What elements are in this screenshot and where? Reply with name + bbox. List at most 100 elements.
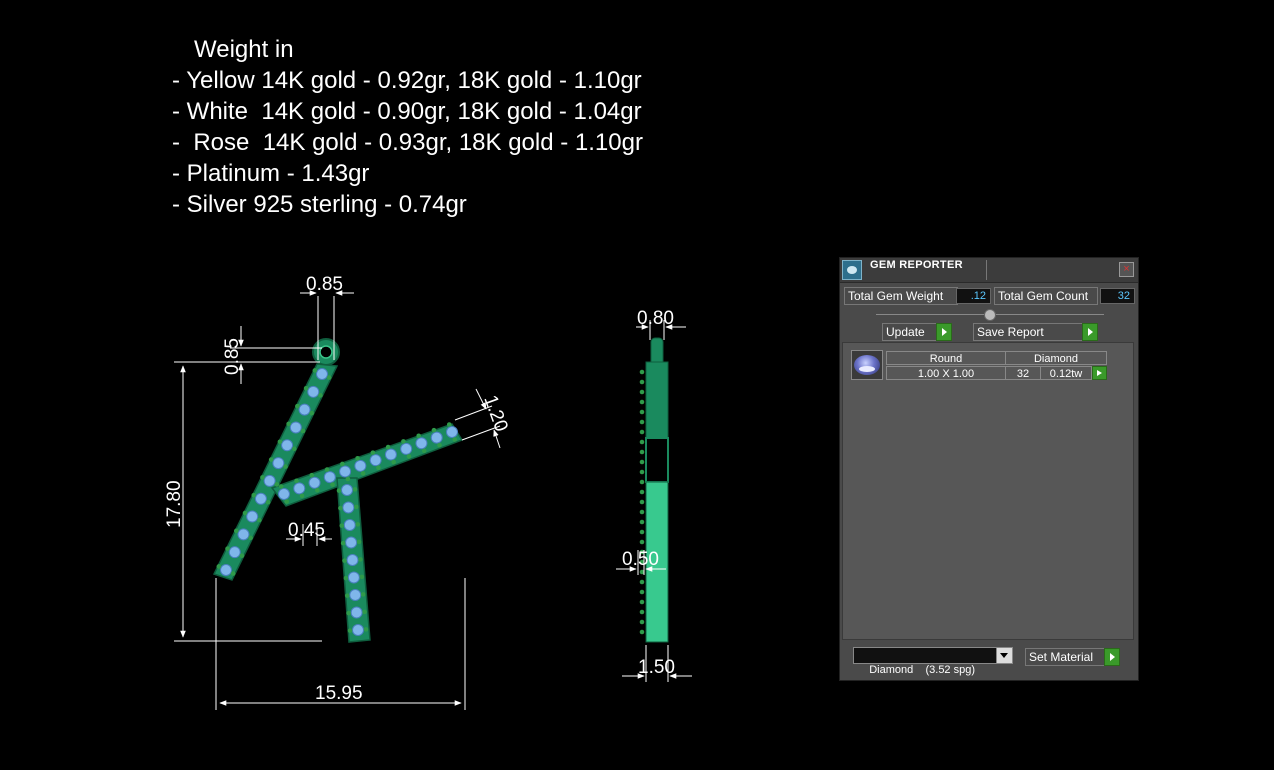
side-prong bbox=[639, 419, 645, 425]
gem-stone bbox=[220, 564, 232, 576]
prong bbox=[346, 610, 351, 616]
gem-reporter-icon bbox=[842, 260, 862, 280]
dim-side-depth: 1.50 bbox=[638, 657, 675, 678]
gem-stone bbox=[415, 437, 428, 450]
side-prong bbox=[639, 609, 645, 615]
gem-stone bbox=[345, 536, 358, 549]
prong bbox=[291, 446, 297, 452]
prong bbox=[294, 478, 299, 484]
title-separator bbox=[986, 260, 987, 280]
prong bbox=[370, 450, 376, 455]
total-gem-weight-label: Total Gem Weight bbox=[844, 287, 958, 305]
prong bbox=[277, 439, 283, 445]
update-button[interactable]: Update bbox=[882, 323, 952, 341]
prong bbox=[385, 444, 391, 450]
set-material-button[interactable]: Set Material bbox=[1025, 648, 1120, 666]
dim-top-width: 0.85 bbox=[306, 274, 343, 295]
gem-stone bbox=[237, 528, 250, 541]
gem-stone bbox=[339, 465, 352, 478]
gem-stone bbox=[293, 482, 306, 495]
dim-total-height: 17.80 bbox=[164, 480, 185, 528]
set-material-button-label: Set Material bbox=[1029, 650, 1094, 664]
prong bbox=[437, 442, 442, 448]
prong bbox=[233, 528, 239, 534]
letter-k-front-view bbox=[212, 338, 464, 643]
prong bbox=[260, 475, 265, 480]
prong bbox=[230, 571, 236, 576]
side-prong bbox=[639, 459, 645, 465]
total-gem-count-label: Total Gem Count bbox=[994, 287, 1098, 305]
save-report-button[interactable]: Save Report bbox=[973, 323, 1098, 341]
prong bbox=[360, 471, 366, 476]
prong bbox=[330, 482, 335, 487]
gem-stone bbox=[263, 474, 276, 487]
gem-reporter-titlebar[interactable]: GEM REPORTER × bbox=[840, 258, 1138, 283]
gem-stone bbox=[347, 571, 360, 584]
prong bbox=[268, 457, 274, 462]
prong bbox=[251, 492, 257, 498]
side-prong bbox=[639, 589, 645, 595]
side-prong bbox=[639, 629, 645, 635]
material-select-value: Diamond (3.52 spg) bbox=[869, 664, 976, 676]
side-prong bbox=[639, 449, 645, 455]
gem-count-cell: 32 bbox=[1005, 366, 1041, 380]
prong bbox=[345, 476, 351, 482]
round-gem-icon[interactable] bbox=[851, 350, 883, 380]
gem-stone bbox=[341, 484, 353, 496]
gem-stone bbox=[323, 471, 336, 484]
prong bbox=[401, 439, 406, 444]
material-select[interactable]: Diamond (3.52 spg) bbox=[853, 647, 1013, 676]
chevron-down-icon[interactable] bbox=[996, 648, 1012, 663]
side-prong bbox=[639, 389, 645, 395]
prong bbox=[315, 487, 320, 493]
prong bbox=[342, 558, 347, 563]
gem-size-cell: 1.00 X 1.00 bbox=[886, 366, 1006, 380]
close-icon[interactable]: × bbox=[1119, 262, 1134, 277]
prong bbox=[336, 488, 342, 493]
side-prong bbox=[639, 409, 645, 415]
side-prong bbox=[639, 489, 645, 495]
gem-stone bbox=[343, 519, 356, 531]
prong bbox=[318, 393, 323, 398]
side-prong bbox=[639, 369, 645, 375]
prong bbox=[406, 454, 412, 459]
gem-shape-cell: Round bbox=[886, 351, 1006, 365]
prong bbox=[216, 564, 222, 569]
dim-total-width: 15.95 bbox=[315, 683, 363, 704]
prong bbox=[344, 593, 350, 598]
update-button-label: Update bbox=[886, 325, 925, 339]
side-gap bbox=[645, 437, 669, 483]
play-arrow-icon bbox=[1104, 648, 1120, 666]
gem-stone bbox=[307, 385, 320, 398]
gem-material-cell: Diamond bbox=[1005, 351, 1107, 365]
play-arrow-icon bbox=[936, 323, 952, 341]
dim-gap: 0.45 bbox=[288, 520, 325, 541]
prong bbox=[391, 459, 396, 465]
gem-reporter-title: GEM REPORTER bbox=[870, 259, 963, 271]
prong bbox=[421, 448, 427, 454]
prong bbox=[338, 505, 343, 511]
row-play-arrow-icon[interactable] bbox=[1092, 366, 1107, 380]
gem-list: Round Diamond 1.00 X 1.00 32 0.12tw bbox=[842, 342, 1134, 640]
gem-stone bbox=[349, 589, 362, 601]
prong bbox=[343, 575, 349, 581]
letter-k-side-view bbox=[639, 337, 669, 643]
prong bbox=[446, 422, 452, 427]
prong bbox=[347, 628, 353, 633]
gem-stone bbox=[246, 510, 259, 523]
prong bbox=[225, 546, 230, 551]
prong bbox=[295, 403, 300, 409]
side-prong bbox=[639, 539, 645, 545]
prong bbox=[363, 627, 369, 632]
side-prong bbox=[639, 579, 645, 585]
side-prongs bbox=[639, 369, 645, 635]
prong bbox=[376, 465, 381, 470]
prong bbox=[300, 428, 306, 434]
prong bbox=[312, 368, 318, 373]
gem-stone bbox=[278, 488, 290, 500]
side-prong bbox=[639, 399, 645, 405]
gem-weight-cell: 0.12tw bbox=[1040, 366, 1092, 380]
prong bbox=[352, 487, 358, 492]
divider-handle[interactable] bbox=[984, 309, 996, 321]
prong bbox=[356, 539, 362, 545]
